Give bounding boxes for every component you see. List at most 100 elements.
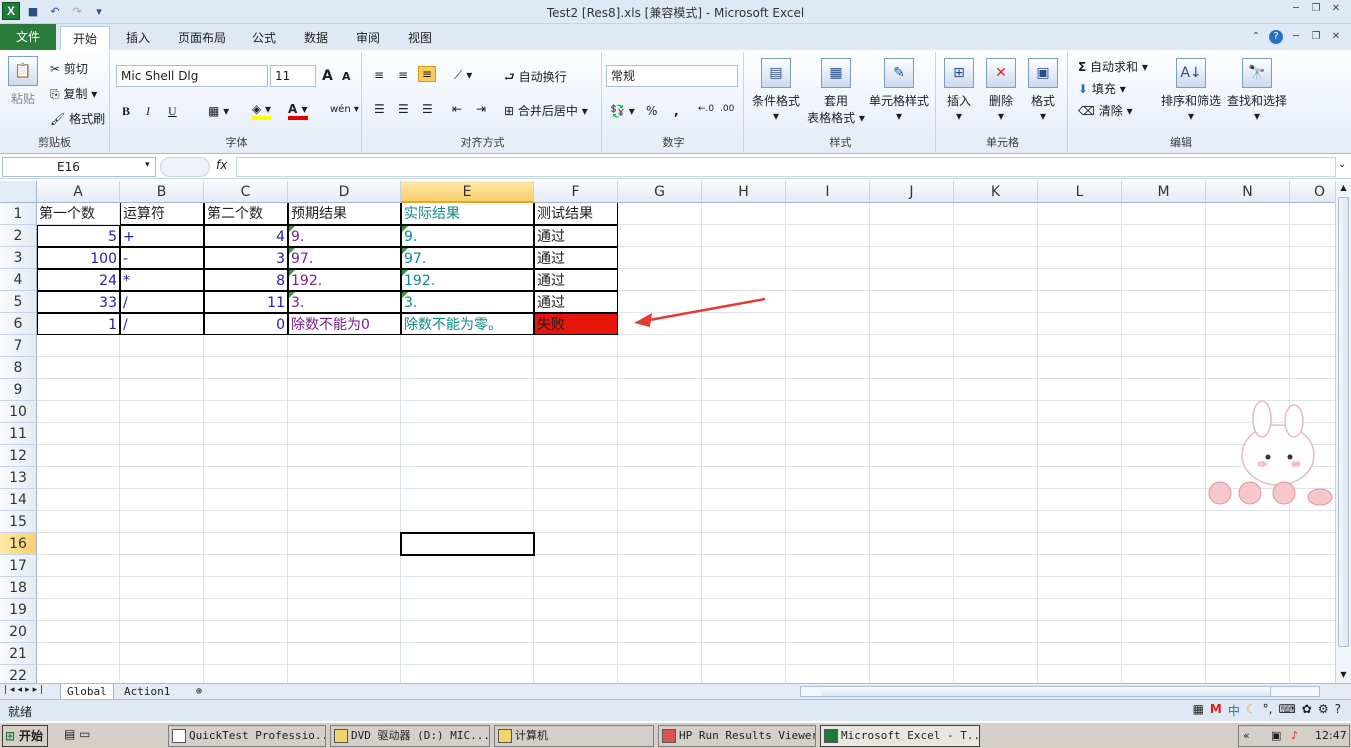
- cell[interactable]: [870, 203, 954, 225]
- cell[interactable]: [786, 291, 870, 313]
- cell[interactable]: [1290, 555, 1335, 577]
- cell[interactable]: [1038, 401, 1122, 423]
- cell[interactable]: [37, 643, 120, 665]
- cell[interactable]: [288, 555, 401, 577]
- cell[interactable]: [37, 621, 120, 643]
- cell[interactable]: [37, 511, 120, 533]
- vertical-scrollbar[interactable]: ▲ ▼: [1335, 181, 1351, 683]
- tab-formulas[interactable]: 公式: [244, 26, 284, 50]
- cell[interactable]: [870, 467, 954, 489]
- phonetic-button[interactable]: wén ▾: [330, 104, 359, 115]
- cell[interactable]: [1206, 555, 1290, 577]
- cell[interactable]: [786, 467, 870, 489]
- cell[interactable]: [786, 335, 870, 357]
- cell[interactable]: [204, 665, 288, 683]
- cell[interactable]: [618, 269, 702, 291]
- cell[interactable]: [1038, 379, 1122, 401]
- cell[interactable]: [401, 445, 534, 467]
- cell[interactable]: [702, 247, 786, 269]
- cell[interactable]: [1038, 203, 1122, 225]
- number-format-select[interactable]: 常规: [606, 65, 738, 87]
- cell[interactable]: [204, 401, 288, 423]
- data-cell[interactable]: 8: [204, 269, 288, 291]
- cell[interactable]: [120, 379, 204, 401]
- cell[interactable]: [870, 489, 954, 511]
- cell[interactable]: [954, 533, 1038, 555]
- cell[interactable]: [1290, 203, 1335, 225]
- cell[interactable]: [120, 423, 204, 445]
- cell[interactable]: [204, 533, 288, 555]
- cell[interactable]: [288, 643, 401, 665]
- cell[interactable]: [702, 643, 786, 665]
- cell[interactable]: [1206, 621, 1290, 643]
- data-cell[interactable]: 失败: [534, 313, 618, 335]
- row-header-6[interactable]: 6: [0, 313, 37, 335]
- cell[interactable]: [786, 489, 870, 511]
- cell[interactable]: [786, 379, 870, 401]
- font-size-select[interactable]: 11: [270, 65, 316, 87]
- row-header-12[interactable]: 12: [0, 445, 37, 467]
- cell[interactable]: [1038, 291, 1122, 313]
- cell[interactable]: [1206, 643, 1290, 665]
- cell[interactable]: [1122, 533, 1206, 555]
- row-header-3[interactable]: 3: [0, 247, 37, 269]
- clear-button[interactable]: ⌫ 清除 ▾: [1078, 102, 1133, 119]
- ribbon-collapse-icon[interactable]: ⌃: [1249, 30, 1263, 44]
- cell[interactable]: [954, 203, 1038, 225]
- cell[interactable]: [534, 599, 618, 621]
- row-header-18[interactable]: 18: [0, 577, 37, 599]
- merge-center-button[interactable]: ⊞ 合并后居中 ▾: [504, 102, 588, 119]
- cell[interactable]: [870, 621, 954, 643]
- sheet-nav-icons[interactable]: |◂◂▸▸|: [4, 685, 46, 695]
- cell[interactable]: [618, 203, 702, 225]
- tab-page-layout[interactable]: 页面布局: [170, 26, 234, 50]
- cell[interactable]: [120, 357, 204, 379]
- cell[interactable]: [786, 225, 870, 247]
- keyboard-icon[interactable]: ⌨: [1278, 702, 1295, 719]
- cell[interactable]: [1122, 445, 1206, 467]
- cell[interactable]: [954, 247, 1038, 269]
- cell[interactable]: [534, 335, 618, 357]
- cell[interactable]: [120, 445, 204, 467]
- column-header-o[interactable]: O: [1290, 181, 1335, 203]
- cell[interactable]: [204, 555, 288, 577]
- punctuation-icon[interactable]: °,: [1263, 702, 1273, 719]
- increase-indent-icon[interactable]: ⇥: [476, 102, 486, 116]
- cell[interactable]: [1038, 269, 1122, 291]
- data-cell[interactable]: 0: [204, 313, 288, 335]
- cell[interactable]: [1038, 467, 1122, 489]
- increase-decimal-icon[interactable]: ←.0: [698, 104, 714, 114]
- cell[interactable]: [120, 511, 204, 533]
- cell[interactable]: [1122, 423, 1206, 445]
- column-header-b[interactable]: B: [120, 181, 204, 203]
- cell-styles-button[interactable]: ✎ 单元格样式 ▾: [864, 58, 934, 123]
- cell[interactable]: [204, 511, 288, 533]
- cell[interactable]: [618, 555, 702, 577]
- cell[interactable]: [702, 225, 786, 247]
- sogou-m-icon[interactable]: M: [1210, 702, 1222, 719]
- cell[interactable]: [786, 423, 870, 445]
- cell[interactable]: [401, 511, 534, 533]
- cell[interactable]: [618, 423, 702, 445]
- wrap-text-button[interactable]: ⮐ 自动换行: [504, 68, 567, 89]
- column-header-k[interactable]: K: [954, 181, 1038, 203]
- cell[interactable]: [204, 467, 288, 489]
- cell[interactable]: [954, 423, 1038, 445]
- cell[interactable]: [618, 467, 702, 489]
- data-cell[interactable]: 通过: [534, 225, 618, 247]
- cell[interactable]: [1122, 621, 1206, 643]
- cut-button[interactable]: ✂ 剪切: [50, 60, 88, 77]
- cell[interactable]: [37, 533, 120, 555]
- data-cell[interactable]: -: [120, 247, 204, 269]
- cell[interactable]: [618, 445, 702, 467]
- task-computer[interactable]: 计算机: [494, 725, 654, 747]
- sheet-tab-action1[interactable]: Action1: [118, 684, 176, 700]
- cell[interactable]: [288, 423, 401, 445]
- cell[interactable]: [1122, 291, 1206, 313]
- align-left-icon[interactable]: ☰: [374, 102, 385, 116]
- cell[interactable]: [401, 335, 534, 357]
- cell[interactable]: [401, 599, 534, 621]
- column-header-g[interactable]: G: [618, 181, 702, 203]
- skin-icon[interactable]: ✿: [1302, 702, 1312, 719]
- cell[interactable]: [870, 401, 954, 423]
